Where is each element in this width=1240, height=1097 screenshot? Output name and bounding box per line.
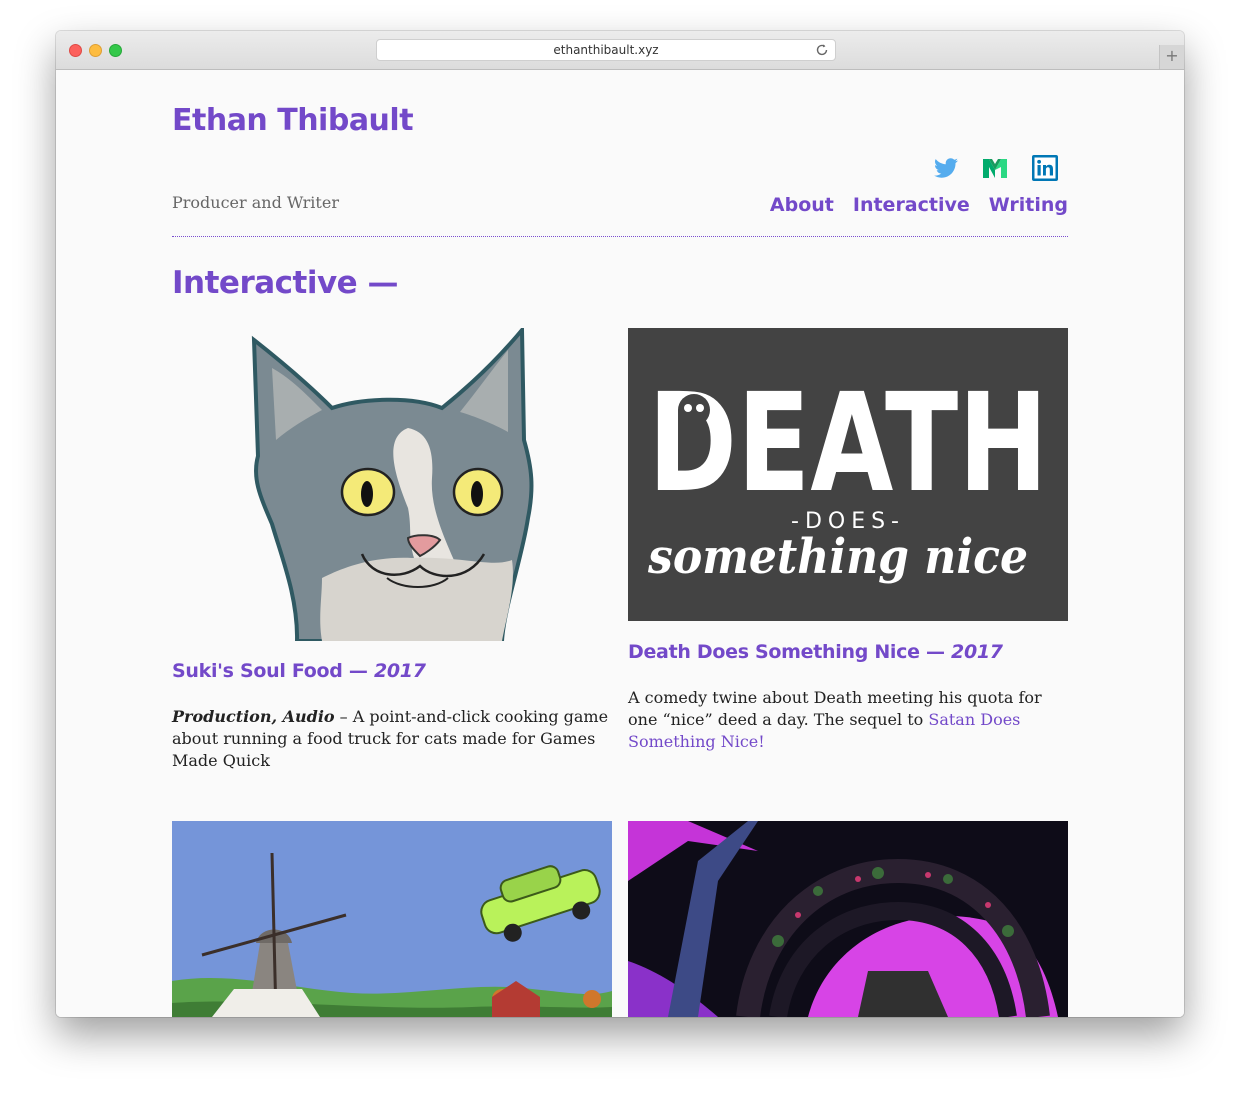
reload-icon[interactable]: [815, 43, 829, 57]
address-bar[interactable]: ethanthibault.xyz: [376, 39, 836, 61]
death-does-something-nice-title[interactable]: Death Does Something Nice — 2017: [628, 641, 1003, 663]
death-art-word: DEATH: [648, 365, 1048, 523]
death-does-something-nice-year: 2017: [951, 641, 1003, 663]
cat-illustration: [251, 328, 534, 641]
main-nav: About Interactive Writing: [751, 194, 1068, 216]
farm-scene: [172, 852, 612, 1017]
site-tagline: Producer and Writer: [172, 193, 339, 212]
minimize-window-button[interactable]: [89, 44, 102, 57]
nav-about[interactable]: About: [770, 194, 834, 216]
nav-interactive[interactable]: Interactive: [853, 194, 970, 216]
address-bar-url: ethanthibault.xyz: [553, 43, 659, 57]
death-art-something-nice: something nice: [647, 529, 1028, 585]
close-window-button[interactable]: [69, 44, 82, 57]
title-separator: —: [919, 641, 952, 663]
farm-game-image[interactable]: [172, 821, 612, 1017]
thorn-arches-game-image[interactable]: [628, 821, 1068, 1017]
sukis-soul-food-image[interactable]: [172, 328, 612, 641]
medium-icon[interactable]: [981, 154, 1009, 182]
sukis-soul-food-title[interactable]: Suki's Soul Food — 2017: [172, 660, 426, 682]
page-content: Ethan Thibault Producer and Writer About…: [56, 70, 1184, 1017]
section-heading: Interactive —: [172, 265, 399, 301]
death-does-something-nice-image[interactable]: DEATH -DOES- something nice: [628, 328, 1068, 621]
nav-writing[interactable]: Writing: [989, 194, 1068, 216]
browser-window: ethanthibault.xyz + Ethan Thibault Produ…: [56, 31, 1184, 1017]
linkedin-icon[interactable]: [1031, 154, 1059, 182]
new-tab-button[interactable]: +: [1159, 45, 1184, 69]
title-separator: —: [342, 660, 374, 682]
browser-titlebar: ethanthibault.xyz +: [56, 31, 1184, 70]
sukis-soul-food-year: 2017: [373, 660, 426, 682]
header-divider: [172, 236, 1068, 237]
sukis-soul-food-role: Production, Audio: [172, 707, 335, 726]
death-does-something-nice-title-text: Death Does Something Nice: [628, 641, 920, 663]
death-title-art: DEATH -DOES- something nice: [647, 365, 1048, 585]
twitter-icon[interactable]: [932, 154, 960, 182]
thorn-arches-scene: [628, 821, 1058, 1017]
death-does-something-nice-description: A comedy twine about Death meeting his q…: [628, 687, 1068, 753]
sukis-soul-food-description: Production, Audio – A point-and-click co…: [172, 706, 612, 772]
zoom-window-button[interactable]: [109, 44, 122, 57]
site-title[interactable]: Ethan Thibault: [172, 103, 414, 138]
sukis-soul-food-title-text: Suki's Soul Food: [172, 660, 343, 682]
